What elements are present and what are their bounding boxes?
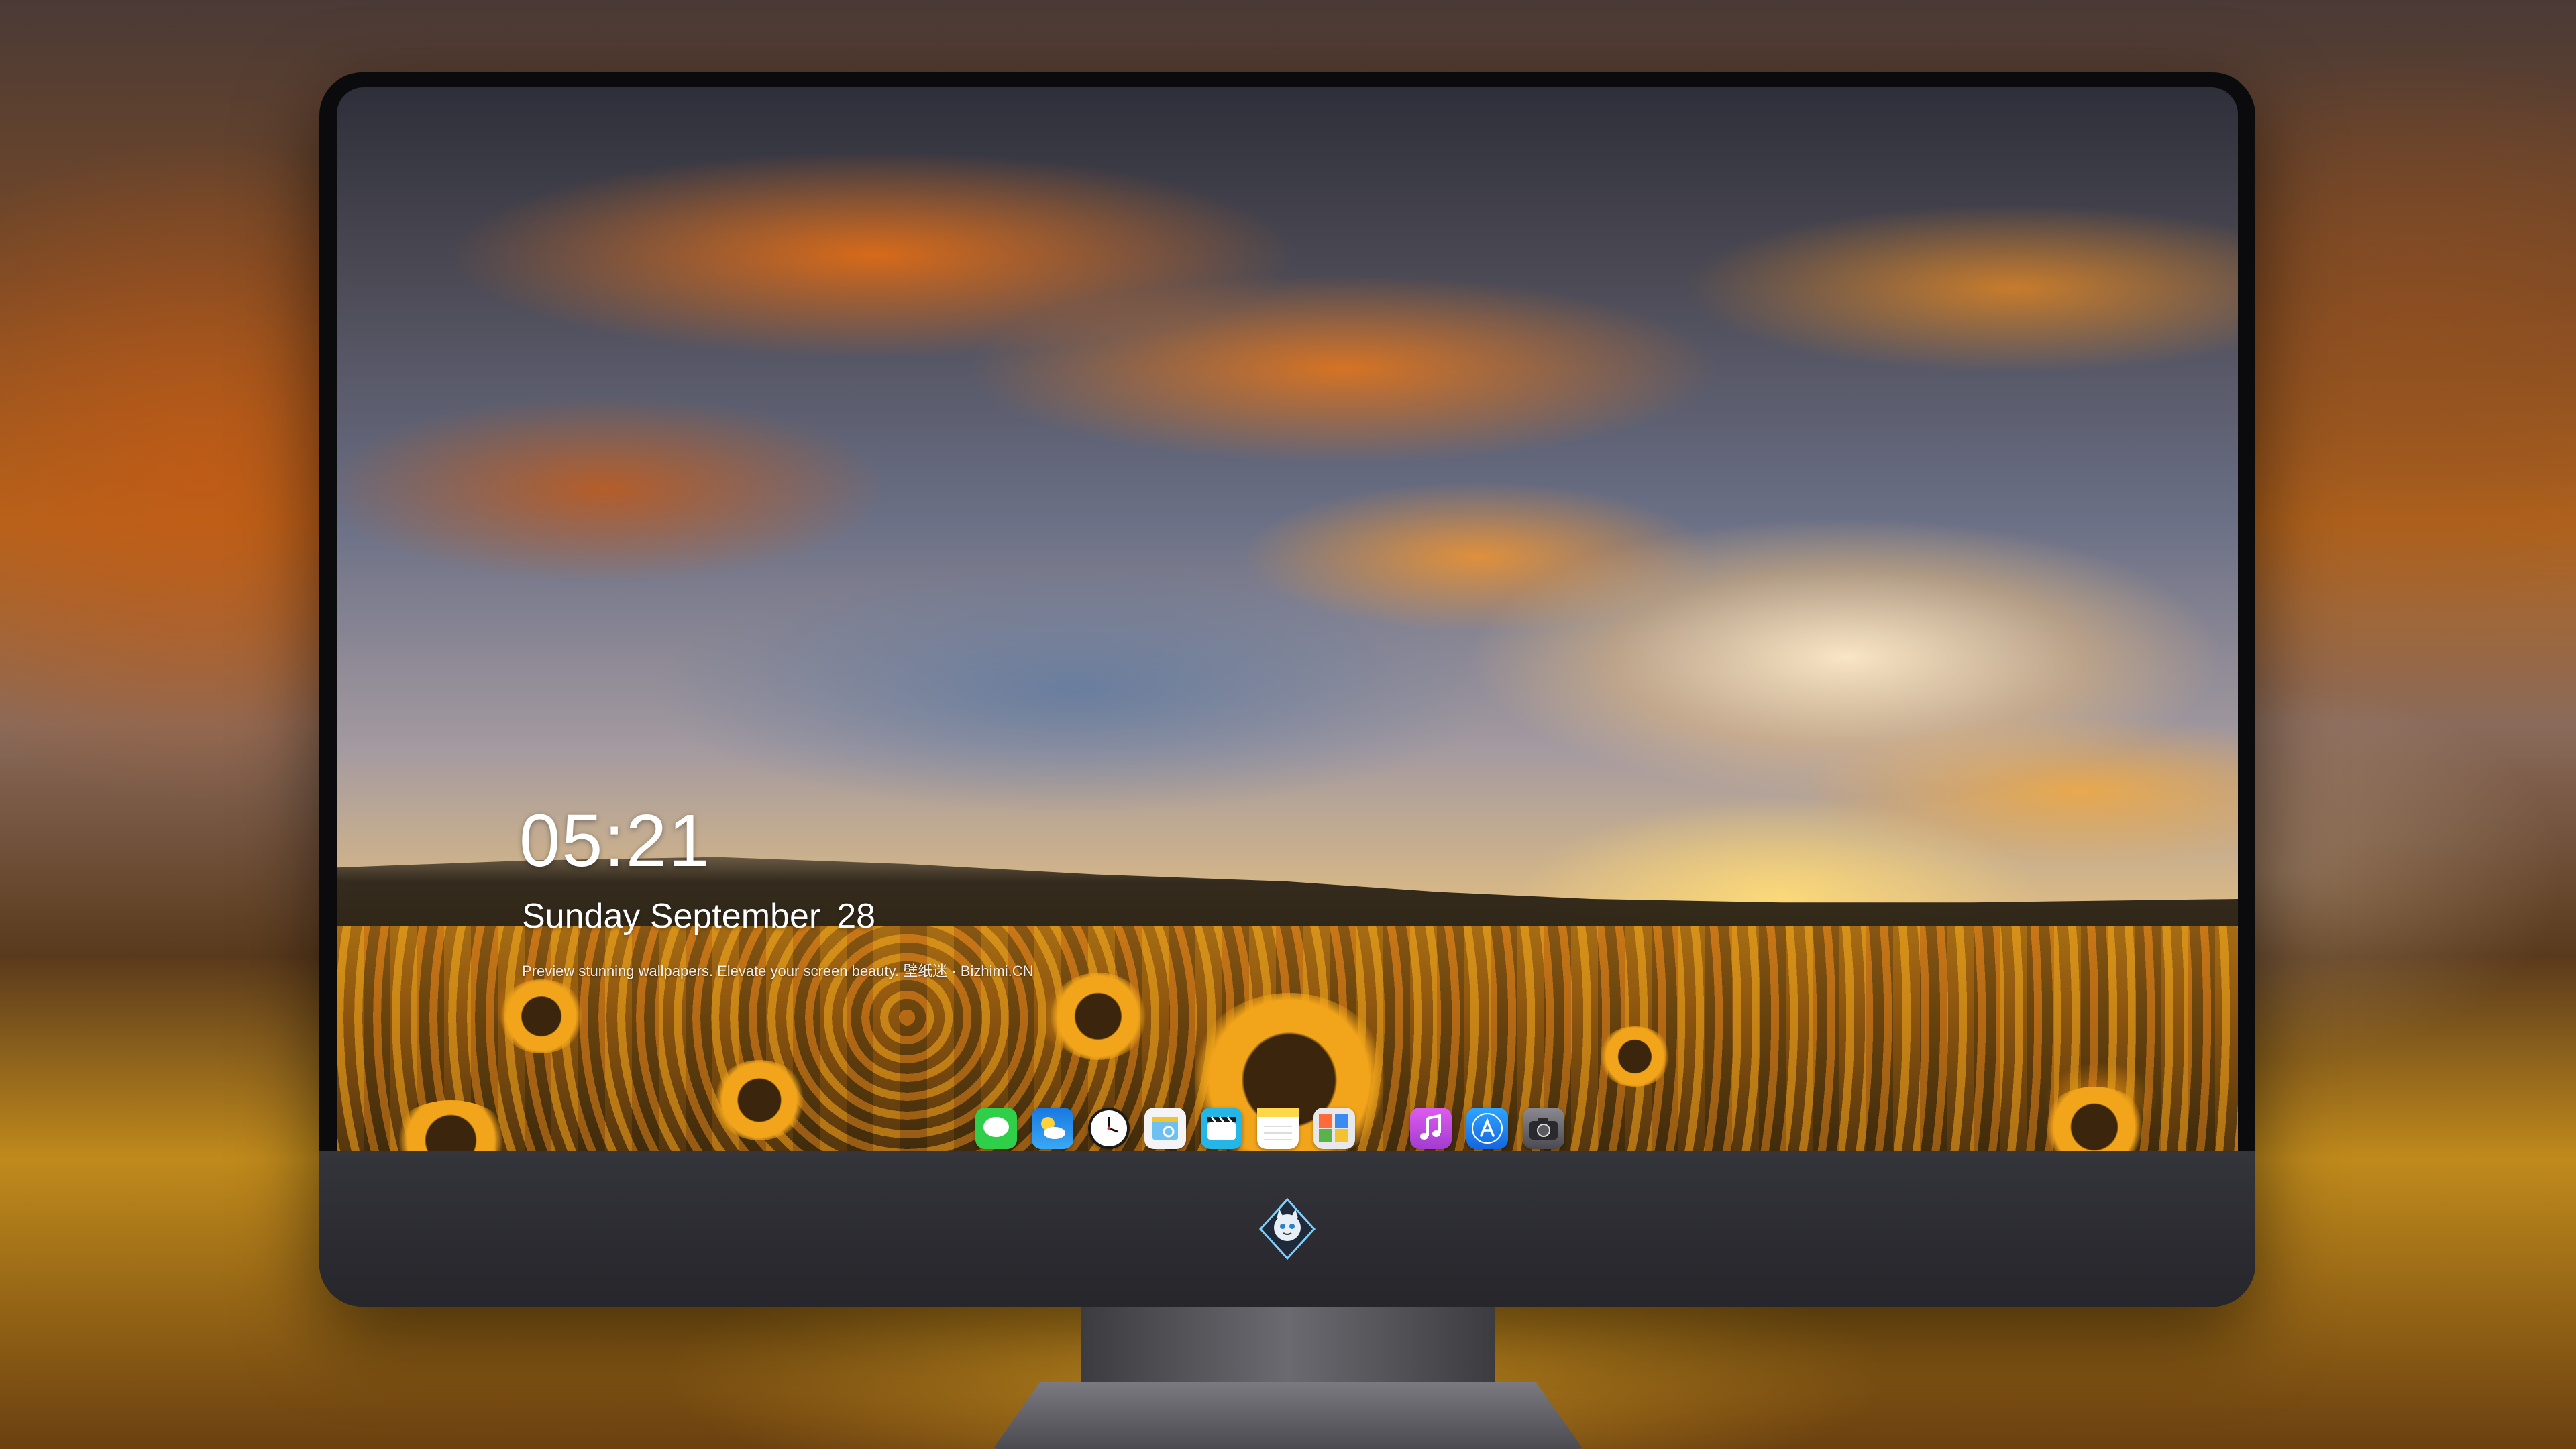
monitor-stand-neck [1081,1307,1495,1394]
photos-icon[interactable] [1313,1108,1355,1149]
sunflower [712,1060,806,1140]
clips-icon[interactable] [1201,1108,1242,1149]
preview-icon[interactable] [1144,1108,1186,1149]
music-icon[interactable] [1410,1108,1452,1149]
date-day: 28 [837,897,876,936]
notes-icon[interactable] [1257,1108,1299,1149]
monitor-screen: 05:21 Sunday September 28 Preview stunnin… [337,87,2238,1155]
date-weekday-month: Sunday September [522,897,821,936]
mascot-logo-icon [1255,1197,1320,1261]
weather-icon[interactable] [1032,1108,1073,1149]
sunflower [1598,1026,1672,1087]
lockscreen-date: Sunday September 28 [522,896,875,936]
app-store-icon[interactable] [1466,1108,1508,1149]
wallpaper-caption: Preview stunning wallpapers. Elevate you… [522,963,1034,979]
sunflower [390,1100,511,1155]
monitor-stand-base [993,1382,1583,1449]
monitor-chin [319,1151,2255,1307]
sunflower [1048,973,1148,1060]
sunflower [2041,1087,2148,1155]
messages-icon[interactable] [975,1108,1017,1149]
lockscreen-time: 05:21 [519,800,711,882]
app-dock [975,1103,1606,1154]
sunflower [498,979,585,1053]
camera-icon[interactable] [1523,1108,1564,1149]
desktop-monitor: 05:21 Sunday September 28 Preview stunnin… [319,72,2255,1307]
clock-icon[interactable] [1088,1108,1130,1149]
